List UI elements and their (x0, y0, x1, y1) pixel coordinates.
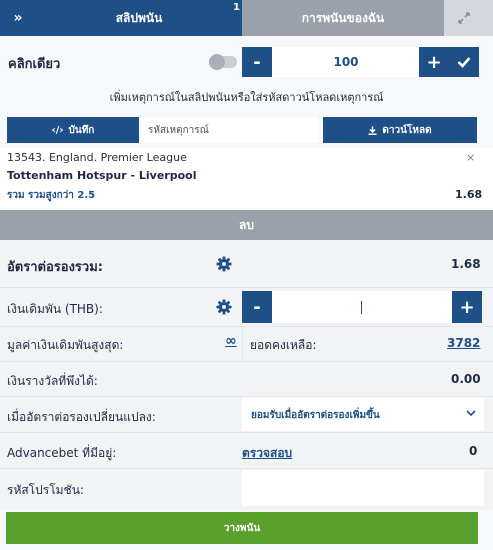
advancebet-check-link[interactable]: ตรวจสอบ (242, 444, 292, 463)
minus-icon: - (253, 51, 261, 73)
download-button[interactable]: ดาวน์โหลด (323, 117, 477, 143)
max-stake-label: มูลค่าเงินเดิมพันสูงสุด: (7, 338, 124, 352)
expand-panel-button[interactable] (444, 0, 484, 36)
selection-event: Tottenham Hotspur - Liverpool (7, 169, 197, 182)
tab-bet-slip[interactable]: สลิปพนัน (36, 0, 242, 36)
total-odds-label: อัตราต่อรองรวม: (7, 260, 103, 275)
collapse-panel-button[interactable]: » (0, 0, 36, 36)
quick-bet-toggle-knob[interactable] (209, 54, 225, 70)
column-divider (242, 327, 243, 361)
potential-winnings-label: เงินรางวัลที่พึงได้: (7, 374, 98, 388)
stake-label: เงินเดิมพัน (THB): (7, 302, 103, 316)
place-bet-label: วางพนัน (223, 522, 261, 534)
quick-bet-label: คลิกเดียว (8, 57, 61, 72)
plus-icon: + (459, 296, 475, 318)
divider (0, 326, 493, 327)
potential-winnings-value: 0.00 (451, 372, 481, 386)
remove-button[interactable]: ลบ (0, 210, 493, 240)
save-button[interactable]: ‹/› บันทึก (7, 117, 139, 143)
balance-label: ยอดคงเหลือ: (250, 338, 317, 352)
download-button-label: ดาวน์โหลด (382, 124, 432, 136)
event-code-input[interactable] (142, 117, 318, 143)
gear-icon[interactable] (216, 256, 232, 272)
divider (0, 432, 493, 433)
quick-bet-decrease-button[interactable]: - (242, 47, 272, 77)
promo-code-label: รหัสโปรโมชัน: (7, 483, 84, 497)
max-stake-value[interactable]: ∞ (225, 333, 237, 349)
plus-icon: + (426, 51, 442, 73)
close-icon[interactable]: × (466, 151, 475, 164)
balance-value[interactable]: 3782 (447, 336, 480, 350)
stake-decrease-button[interactable]: - (242, 291, 272, 323)
download-icon (368, 126, 377, 135)
check-icon (457, 57, 471, 68)
odds-change-label: เมื่ออัตราต่อรองเปลี่ยนแปลง: (7, 410, 156, 424)
arrows-diagonal-icon (458, 12, 470, 24)
double-chevron-right-icon: » (13, 10, 23, 26)
total-odds-value: 1.68 (451, 257, 481, 271)
divider (0, 468, 493, 469)
selection-market: รวม รวมสูงกว่า 2.5 (7, 190, 96, 201)
stake-increase-button[interactable]: + (452, 291, 482, 323)
minus-icon: - (253, 296, 261, 318)
save-button-label: บันทึก (68, 124, 95, 136)
quick-bet-increase-button[interactable]: + (419, 47, 449, 77)
gear-icon[interactable] (216, 299, 232, 315)
quick-bet-confirm-button[interactable] (449, 47, 479, 77)
bet-slip-hint: เพิ่มเหตุการณ์ในสลิปพนันหรือใส่รหัสดาวน์… (109, 91, 384, 104)
chevron-down-icon[interactable] (466, 409, 476, 417)
stake-input[interactable] (272, 291, 452, 323)
selection-league: 13543. England. Premier League (7, 151, 187, 164)
remove-button-label: ลบ (239, 217, 254, 232)
quick-bet-amount[interactable]: 100 (272, 47, 420, 77)
code-brackets-icon: ‹/› (51, 124, 64, 136)
selection-odds: 1.68 (455, 188, 483, 201)
divider (0, 361, 493, 362)
advancebet-value: 0 (469, 444, 478, 458)
tab-bet-slip-label: สลิปพนัน (115, 10, 163, 25)
divider (0, 287, 493, 288)
tab-my-bets[interactable]: การพนันของฉัน (242, 0, 444, 36)
advancebet-label: Advancebet ที่มีอยู่: (7, 446, 117, 460)
tab-my-bets-label: การพนันของฉัน (301, 10, 385, 25)
bet-slip-count-badge: 1 (233, 2, 240, 13)
odds-change-selected-value[interactable]: ยอมรับเมื่ออัตราต่อรองเพิ่มขึ้น (251, 408, 380, 423)
promo-code-input[interactable] (242, 470, 484, 506)
place-bet-button[interactable]: วางพนัน (6, 512, 478, 544)
text-caret (361, 301, 362, 314)
